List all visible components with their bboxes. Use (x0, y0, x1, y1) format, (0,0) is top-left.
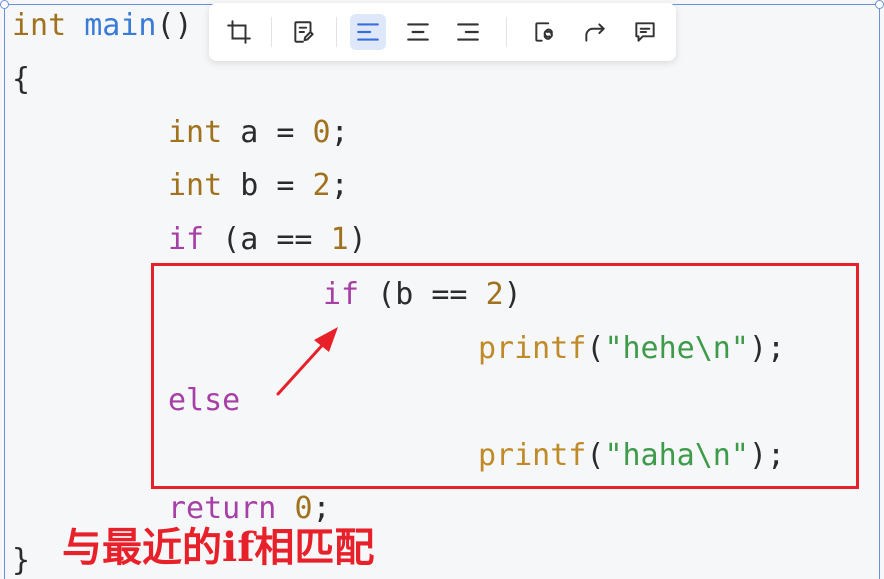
toolbar-divider (271, 17, 272, 47)
toolbar-divider (506, 17, 507, 47)
align-right-icon (457, 23, 479, 41)
link-button[interactable] (527, 14, 563, 50)
align-left-icon (357, 23, 379, 41)
comment-icon (635, 22, 655, 42)
arrow-annotation (276, 327, 338, 396)
share-icon (585, 23, 605, 42)
edit-note-icon (294, 21, 314, 43)
crop-button[interactable] (221, 14, 257, 50)
align-right-button[interactable] (450, 14, 486, 50)
image-toolbar (209, 3, 676, 61)
share-button[interactable] (577, 14, 613, 50)
annotation-text: 与最近的if相匹配 (62, 524, 375, 571)
align-center-icon (407, 23, 429, 41)
crop-icon (227, 20, 251, 44)
edit-button[interactable] (286, 14, 322, 50)
toolbar-divider (336, 17, 337, 47)
align-center-button[interactable] (400, 14, 436, 50)
align-left-button[interactable] (350, 14, 386, 50)
comment-button[interactable] (627, 14, 663, 50)
link-icon (535, 22, 553, 42)
